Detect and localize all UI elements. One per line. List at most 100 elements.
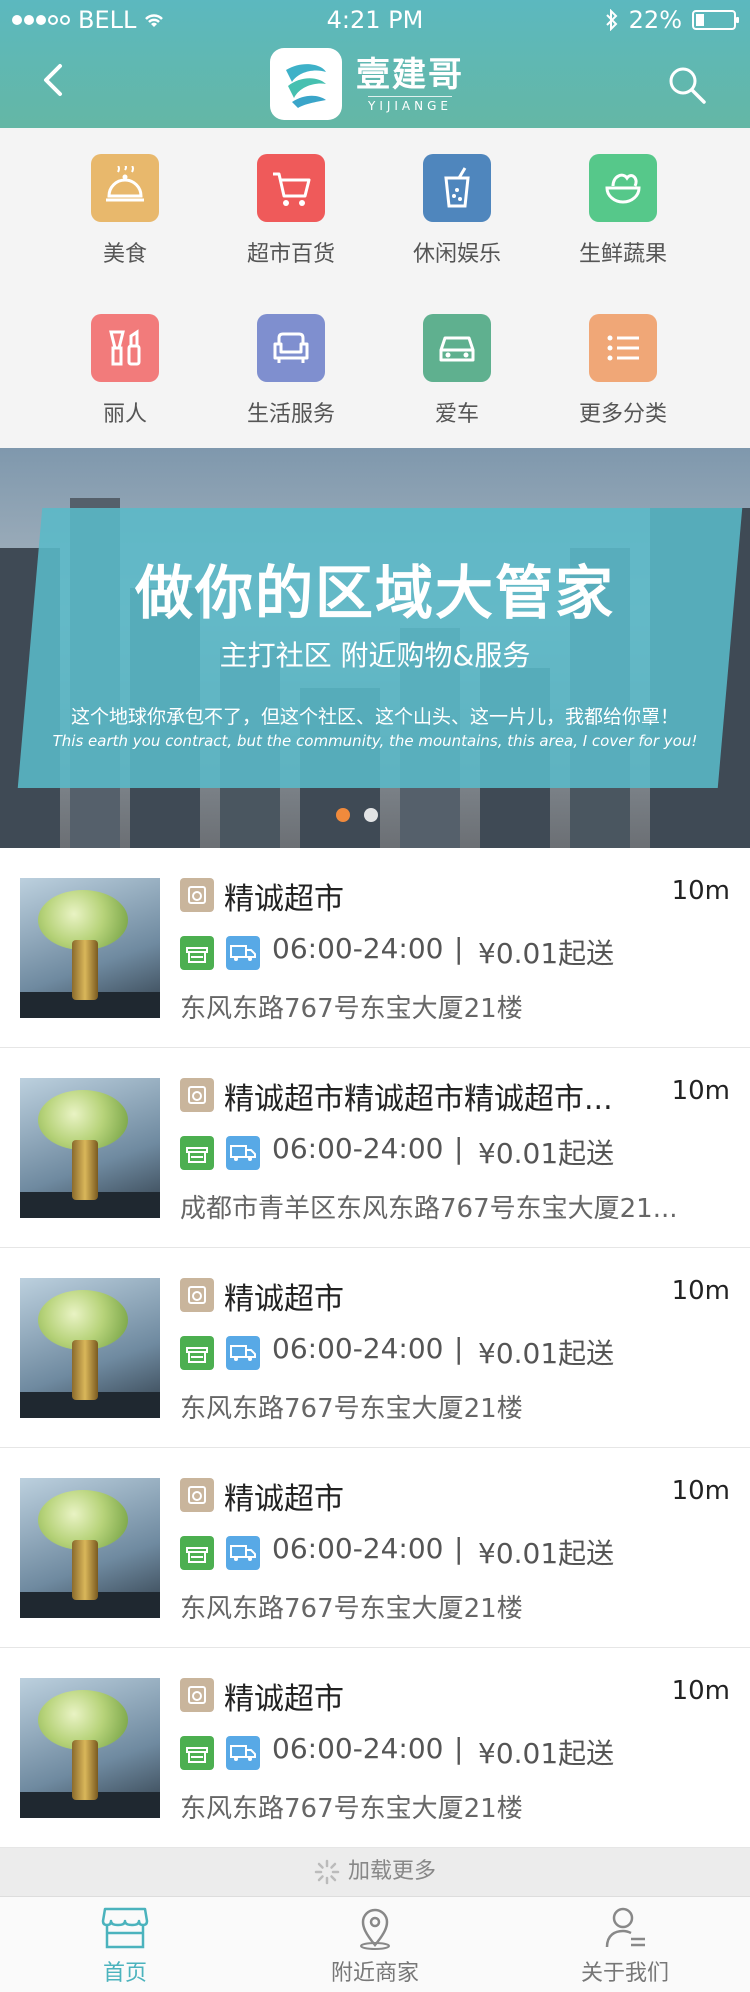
category-label: 超市百货 <box>246 242 335 267</box>
promo-banner[interactable]: 做你的区域大管家 主打社区 附近购物&服务 这个地球你承包不了，但这个社区、这个… <box>0 448 750 848</box>
app-header: BELL 4:21 PM 22% 壹建哥 YIJIANGE <box>0 0 750 128</box>
logo-mark-icon <box>270 48 342 120</box>
shop-min-order: ¥0.01起送 <box>478 1537 615 1570</box>
storefront-tag-icon <box>180 1336 214 1370</box>
location-pin-icon <box>360 1908 390 1950</box>
shop-distance: 10m <box>671 1076 730 1106</box>
food-dome-icon <box>91 154 159 222</box>
shop-distance: 10m <box>671 1276 730 1306</box>
separator: | <box>454 932 464 965</box>
load-more-button[interactable]: 加载更多 <box>0 1848 750 1896</box>
category-label: 美食 <box>102 242 147 267</box>
shop-hours: 06:00-24:00 <box>272 1332 444 1365</box>
shop-name: 精诚超市 <box>224 882 344 917</box>
shop-hours: 06:00-24:00 <box>272 932 444 965</box>
shop-name: 精诚超市精诚超市精诚超市... <box>224 1082 613 1117</box>
battery-icon <box>692 10 739 30</box>
shop-badge-icon <box>180 878 214 912</box>
separator: | <box>454 1332 464 1365</box>
separator: | <box>454 1132 464 1165</box>
tab-label: 首页 <box>102 1961 147 1986</box>
shop-address: 东风东路767号东宝大厦21楼 <box>180 1394 523 1424</box>
shop-thumbnail <box>20 1478 160 1618</box>
category-life-service[interactable]: 生活服务 <box>208 314 374 428</box>
tab-label: 关于我们 <box>580 1961 669 1986</box>
shop-distance: 10m <box>671 1676 730 1706</box>
shop-hours: 06:00-24:00 <box>272 1532 444 1565</box>
vegetable-bowl-icon <box>589 154 657 222</box>
category-more[interactable]: 更多分类 <box>540 314 706 428</box>
shop-list: 精诚超市 10m 06:00-24:00 | ¥0.01起送 东风东路767号东… <box>0 848 750 1848</box>
shop-hours: 06:00-24:00 <box>272 1132 444 1165</box>
category-fresh[interactable]: 生鲜蔬果 <box>540 154 706 268</box>
list-item[interactable]: 精诚超市 10m 06:00-24:00 | ¥0.01起送 东风东路767号东… <box>0 1648 750 1848</box>
storefront-tag-icon <box>180 936 214 970</box>
list-item[interactable]: 精诚超市 10m 06:00-24:00 | ¥0.01起送 东风东路767号东… <box>0 1448 750 1648</box>
tab-home[interactable]: 首页 <box>0 1897 250 1992</box>
chevron-left-icon <box>44 64 62 96</box>
delivery-truck-icon <box>226 936 260 970</box>
shop-min-order: ¥0.01起送 <box>478 1737 615 1770</box>
load-more-label: 加载更多 <box>347 1859 436 1884</box>
banner-slogan-cn: 这个地球你承包不了，但这个社区、这个山头、这一片儿，我都给你罩！ <box>70 706 679 728</box>
category-label: 爱车 <box>434 402 479 427</box>
pager-dot[interactable] <box>364 808 378 822</box>
shop-thumbnail <box>20 1678 160 1818</box>
shop-name: 精诚超市 <box>224 1482 344 1517</box>
storefront-tag-icon <box>180 1536 214 1570</box>
logo-title: 壹建哥 <box>356 54 464 95</box>
back-button[interactable] <box>34 60 74 100</box>
shop-badge-icon <box>180 1678 214 1712</box>
status-right: 22% <box>605 6 739 34</box>
tab-bar: 首页 附近商家 关于我们 <box>0 1896 750 1992</box>
tab-about[interactable]: 关于我们 <box>500 1897 750 1992</box>
category-label: 生活服务 <box>246 402 335 427</box>
banner-subtitle: 主打社区 附近购物&服务 <box>219 639 531 672</box>
store-icon <box>101 1907 149 1949</box>
spinner-icon <box>314 1859 340 1885</box>
category-label: 更多分类 <box>578 402 667 427</box>
search-button[interactable] <box>666 64 708 106</box>
shop-badge-icon <box>180 1478 214 1512</box>
shop-address: 成都市青羊区东风东路767号东宝大厦21... <box>180 1194 678 1224</box>
category-supermarket[interactable]: 超市百货 <box>208 154 374 268</box>
status-bar: BELL 4:21 PM 22% <box>0 0 750 40</box>
category-label: 生鲜蔬果 <box>578 242 667 267</box>
category-leisure[interactable]: 休闲娱乐 <box>374 154 540 268</box>
shop-badge-icon <box>180 1078 214 1112</box>
tab-label: 附近商家 <box>330 1961 419 1986</box>
category-beauty[interactable]: 丽人 <box>42 314 208 428</box>
category-car[interactable]: 爱车 <box>374 314 540 428</box>
list-item[interactable]: 精诚超市精诚超市精诚超市... 10m 06:00-24:00 | ¥0.01起… <box>0 1048 750 1248</box>
separator: | <box>454 1732 464 1765</box>
sofa-icon <box>257 314 325 382</box>
shop-badge-icon <box>180 1278 214 1312</box>
delivery-truck-icon <box>226 1136 260 1170</box>
storefront-tag-icon <box>180 1736 214 1770</box>
cosmetics-icon <box>91 314 159 382</box>
shop-address: 东风东路767号东宝大厦21楼 <box>180 1794 523 1824</box>
shop-thumbnail <box>20 1078 160 1218</box>
app-logo: 壹建哥 YIJIANGE <box>270 48 464 120</box>
tab-nearby[interactable]: 附近商家 <box>250 1897 500 1992</box>
list-item[interactable]: 精诚超市 10m 06:00-24:00 | ¥0.01起送 东风东路767号东… <box>0 1248 750 1448</box>
storefront-tag-icon <box>180 1136 214 1170</box>
car-icon <box>423 314 491 382</box>
list-item[interactable]: 精诚超市 10m 06:00-24:00 | ¥0.01起送 东风东路767号东… <box>0 848 750 1048</box>
category-label: 休闲娱乐 <box>412 242 501 267</box>
category-food[interactable]: 美食 <box>42 154 208 268</box>
category-grid: 美食 超市百货 休闲娱乐 生鲜蔬果 丽人 生活服务 爱车 更多分类 <box>0 128 750 448</box>
drink-cup-icon <box>423 154 491 222</box>
banner-slogan-en: This earth you contract, but the communi… <box>52 732 698 750</box>
search-icon <box>669 67 706 104</box>
banner-title: 做你的区域大管家 <box>134 559 615 627</box>
pager-dot[interactable] <box>336 808 350 822</box>
shop-thumbnail <box>20 878 160 1018</box>
shop-hours: 06:00-24:00 <box>272 1732 444 1765</box>
shopping-cart-icon <box>257 154 325 222</box>
banner-pager <box>336 808 378 822</box>
user-profile-icon <box>605 1907 645 1948</box>
shop-name: 精诚超市 <box>224 1282 344 1317</box>
separator: | <box>454 1532 464 1565</box>
logo-subtitle: YIJIANGE <box>367 95 452 113</box>
